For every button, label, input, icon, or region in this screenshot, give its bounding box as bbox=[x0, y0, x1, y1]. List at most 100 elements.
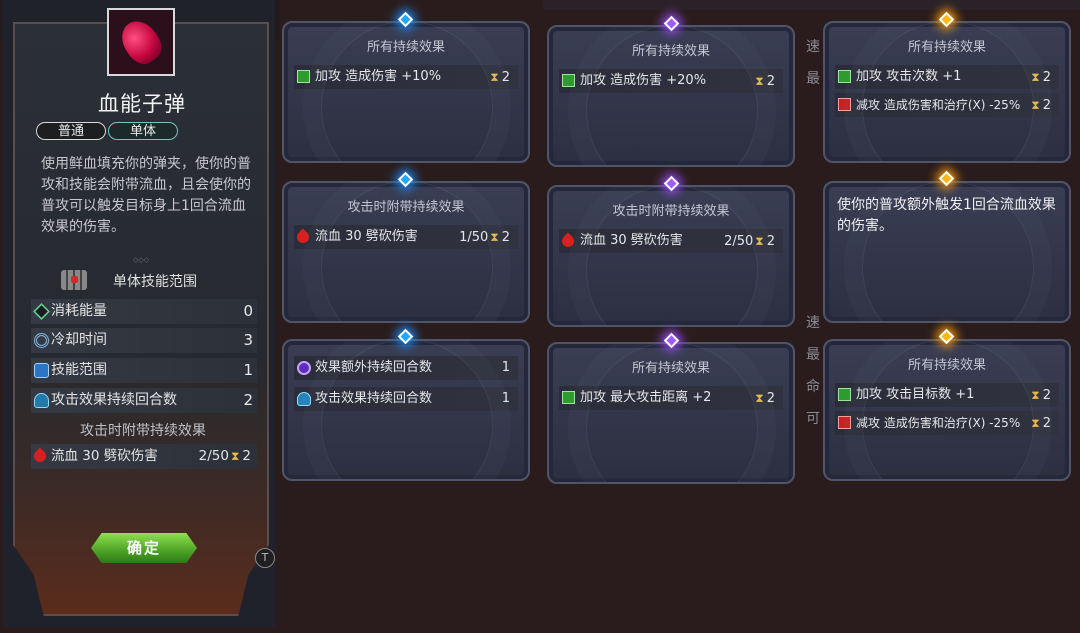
effect-row: 加攻 最大攻击距离 +2 ⧗ 2 bbox=[559, 386, 783, 410]
stat-value: 0 bbox=[243, 302, 253, 320]
buff-icon bbox=[562, 391, 575, 404]
tag-single-target: 单体 bbox=[108, 122, 178, 140]
bleed-icon bbox=[294, 228, 312, 246]
effect-text: 流血 30 劈砍伤害 bbox=[580, 233, 683, 248]
effect-text: 减攻 造成伤害和治疗(X) -25% bbox=[856, 416, 1021, 430]
background-side-char: 命 bbox=[806, 379, 820, 395]
effect-value: 2/50 ⧗ 2 bbox=[199, 444, 251, 469]
effect-row: 减攻 造成伤害和治疗(X) -25% ⧗ 2 bbox=[835, 93, 1059, 117]
effect-row: 减攻 造成伤害和治疗(X) -25% ⧗ 2 bbox=[835, 411, 1059, 435]
hourglass-icon: ⧗ bbox=[1031, 98, 1040, 112]
buff-icon bbox=[297, 70, 310, 83]
stat-value: 3 bbox=[243, 331, 253, 349]
cooldown-icon bbox=[34, 333, 49, 348]
effect-duration: 1/50 ⧗ 2 bbox=[459, 225, 510, 250]
stat-energy-cost: 消耗能量 0 bbox=[31, 299, 257, 324]
skill-detail-panel: 血能子弹 普通 单体 使用鲜血填充你的弹夹，使你的普攻和技能会附带流血，且会使你… bbox=[3, 0, 275, 627]
effect-card-5[interactable]: 攻击时附带持续效果 流血 30 劈砍伤害 2/50 ⧗ 2 bbox=[547, 185, 795, 327]
extra-duration-icon bbox=[297, 361, 311, 375]
effect-text: 加攻 最大攻击距离 +2 bbox=[580, 390, 712, 405]
hourglass-icon: ⧗ bbox=[230, 449, 240, 463]
hourglass-icon: ⧗ bbox=[1031, 388, 1040, 402]
blood-bullet-icon bbox=[114, 14, 168, 70]
effect-row: 加攻 造成伤害 +10% ⧗ 2 bbox=[294, 65, 518, 89]
buff-icon bbox=[562, 74, 575, 87]
background-side-char: 可 bbox=[806, 411, 820, 427]
bleed-icon bbox=[559, 232, 577, 250]
corner-badge-icon: T bbox=[255, 548, 275, 568]
effect-card-6[interactable]: 使你的普攻额外触发1回合流血效果的伤害。 bbox=[823, 181, 1071, 323]
effect-duration: ⧗ 2 bbox=[753, 386, 775, 411]
hourglass-icon: ⧗ bbox=[755, 74, 764, 88]
on-hit-effect-row: 流血 30 劈砍伤害 2/50 ⧗ 2 bbox=[31, 444, 257, 469]
effect-row: 加攻 造成伤害 +20% ⧗ 2 bbox=[559, 69, 783, 93]
effect-duration: ⧗ 2 bbox=[1029, 93, 1051, 118]
hourglass-icon: ⧗ bbox=[755, 234, 764, 248]
effect-duration: ⧗ 2 bbox=[1029, 383, 1051, 408]
effect-text: 加攻 攻击次数 +1 bbox=[856, 69, 962, 84]
effect-text: 减攻 造成伤害和治疗(X) -25% bbox=[856, 98, 1021, 112]
stat-effect-duration: 攻击效果持续回合数 2 bbox=[31, 388, 257, 413]
stat-cooldown: 冷却时间 3 bbox=[31, 328, 257, 353]
card-title: 所有持续效果 bbox=[366, 40, 445, 55]
effect-duration: ⧗ 2 bbox=[488, 65, 510, 90]
buff-icon bbox=[838, 70, 851, 83]
skill-name: 血能子弹 bbox=[98, 92, 186, 116]
stat-value: 2 bbox=[243, 391, 253, 409]
effect-duration: ⧗ 2 bbox=[1029, 65, 1051, 90]
effect-text: 加攻 造成伤害 +20% bbox=[580, 73, 707, 88]
effect-text: 流血 30 劈砍伤害 bbox=[315, 229, 418, 244]
skill-icon-frame bbox=[107, 8, 175, 76]
effect-card-1[interactable]: 所有持续效果 加攻 造成伤害 +10% ⧗ 2 bbox=[282, 21, 530, 163]
card-title: 攻击时附带持续效果 bbox=[612, 204, 730, 219]
range-grid-icon bbox=[61, 270, 87, 290]
effect-row: 效果额外持续回合数 1 bbox=[294, 356, 518, 380]
effect-card-8[interactable]: 所有持续效果 加攻 最大攻击距离 +2 ⧗ 2 bbox=[547, 342, 795, 484]
background-panel-right bbox=[543, 0, 1080, 10]
background-side-char: 最 bbox=[806, 347, 820, 363]
stat-label: 冷却时间 bbox=[51, 332, 107, 348]
effect-row: 流血 30 劈砍伤害 2/50 ⧗ 2 bbox=[559, 229, 783, 253]
hourglass-icon: ⧗ bbox=[755, 391, 764, 405]
card-title: 所有持续效果 bbox=[631, 44, 710, 59]
effect-row: 加攻 攻击次数 +1 ⧗ 2 bbox=[835, 65, 1059, 89]
background-side-char: 速 bbox=[806, 39, 820, 55]
card-title: 攻击时附带持续效果 bbox=[347, 200, 465, 215]
card-title: 所有持续效果 bbox=[907, 40, 986, 55]
effect-value: 1 bbox=[501, 391, 510, 406]
effect-card-7[interactable]: 效果额外持续回合数 1 攻击效果持续回合数 1 bbox=[282, 339, 530, 481]
buff-icon bbox=[838, 388, 851, 401]
card-title: 所有持续效果 bbox=[631, 361, 710, 376]
effect-row: 加攻 攻击目标数 +1 ⧗ 2 bbox=[835, 383, 1059, 407]
hourglass-icon: ⧗ bbox=[1031, 416, 1040, 430]
effect-text: 效果额外持续回合数 bbox=[315, 360, 433, 375]
range-row: 单体技能范围 bbox=[3, 270, 281, 294]
card-description: 使你的普攻额外触发1回合流血效果的伤害。 bbox=[837, 197, 1056, 234]
range-label: 单体技能范围 bbox=[113, 274, 197, 290]
effect-label: 流血 30 劈砍伤害 bbox=[51, 448, 158, 464]
debuff-icon bbox=[838, 416, 851, 429]
debuff-icon bbox=[838, 98, 851, 111]
effect-card-4[interactable]: 攻击时附带持续效果 流血 30 劈砍伤害 1/50 ⧗ 2 bbox=[282, 181, 530, 323]
hourglass-icon: ⧗ bbox=[490, 70, 499, 84]
hourglass-icon: ⧗ bbox=[1031, 70, 1040, 84]
confirm-button[interactable]: 确定 bbox=[91, 533, 197, 563]
effect-duration: ⧗ 2 bbox=[753, 69, 775, 94]
stat-label: 攻击效果持续回合数 bbox=[51, 392, 177, 408]
bleed-icon bbox=[31, 447, 49, 465]
tag-normal: 普通 bbox=[36, 122, 106, 140]
range-icon bbox=[34, 363, 49, 378]
on-hit-title: 攻击时附带持续效果 bbox=[80, 423, 206, 439]
effect-card-3[interactable]: 所有持续效果 加攻 攻击次数 +1 ⧗ 2 减攻 造成伤害和治疗(X) -25% … bbox=[823, 21, 1071, 163]
stat-label: 消耗能量 bbox=[51, 303, 107, 319]
effect-text: 攻击效果持续回合数 bbox=[315, 391, 433, 406]
hourglass-icon: ⧗ bbox=[490, 230, 499, 244]
stat-label: 技能范围 bbox=[51, 362, 107, 378]
effect-text: 加攻 造成伤害 +10% bbox=[315, 69, 442, 84]
duration-icon bbox=[297, 392, 311, 406]
skill-description: 使用鲜血填充你的弹夹，使你的普攻和技能会附带流血，且会使你的普攻可以触发目标身上… bbox=[41, 156, 251, 235]
effect-card-9[interactable]: 所有持续效果 加攻 攻击目标数 +1 ⧗ 2 减攻 造成伤害和治疗(X) -25%… bbox=[823, 339, 1071, 481]
diamond-icon bbox=[33, 303, 50, 320]
stat-range: 技能范围 1 bbox=[31, 358, 257, 383]
effect-card-2[interactable]: 所有持续效果 加攻 造成伤害 +20% ⧗ 2 bbox=[547, 25, 795, 167]
